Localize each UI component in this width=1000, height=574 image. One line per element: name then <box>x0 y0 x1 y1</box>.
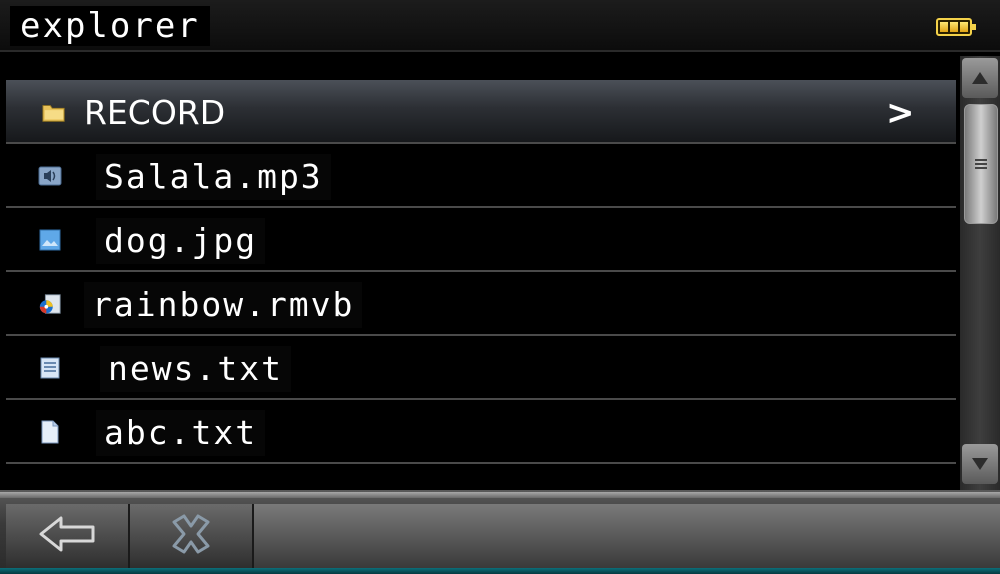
video-file-icon <box>38 292 62 316</box>
back-arrow-icon <box>37 514 97 558</box>
close-x-icon <box>166 512 216 560</box>
file-name: Salala.mp3 <box>96 154 331 200</box>
back-button[interactable] <box>6 504 130 568</box>
battery-full-icon <box>936 18 976 36</box>
file-list: RECORD > Salala.mp3 dog.jpg rainbow.rmvb… <box>6 56 956 468</box>
scroll-down-arrow-icon[interactable] <box>962 444 998 484</box>
audio-file-icon <box>38 164 62 188</box>
title-bar: explorer <box>0 0 1000 52</box>
file-name: dog.jpg <box>96 218 266 264</box>
text-file-icon <box>38 356 62 380</box>
file-name: rainbow.rmvb <box>84 282 363 328</box>
image-file-icon <box>38 228 62 252</box>
file-name: abc.txt <box>96 410 266 456</box>
file-name: RECORD <box>84 93 226 132</box>
scrollbar[interactable] <box>960 56 1000 490</box>
file-row-rainbow-rmvb[interactable]: rainbow.rmvb <box>6 272 956 336</box>
scroll-thumb[interactable] <box>964 104 998 224</box>
explorer-screen: explorer RECORD > Salala.mp3 dog.jpg rai… <box>0 0 1000 574</box>
chevron-right-icon: > <box>886 93 915 133</box>
file-row-dog-jpg[interactable]: dog.jpg <box>6 208 956 272</box>
file-row-news-txt[interactable]: news.txt <box>6 336 956 400</box>
file-name: news.txt <box>100 346 291 392</box>
app-title: explorer <box>10 6 210 46</box>
bottom-toolbar <box>0 490 1000 574</box>
file-row-abc-txt[interactable]: abc.txt <box>6 400 956 464</box>
scroll-up-arrow-icon[interactable] <box>962 58 998 98</box>
file-row-record[interactable]: RECORD > <box>6 80 956 144</box>
file-row-salala-mp3[interactable]: Salala.mp3 <box>6 144 956 208</box>
folder-icon <box>42 100 66 124</box>
close-button[interactable] <box>130 504 254 568</box>
text-file-icon <box>38 420 62 444</box>
